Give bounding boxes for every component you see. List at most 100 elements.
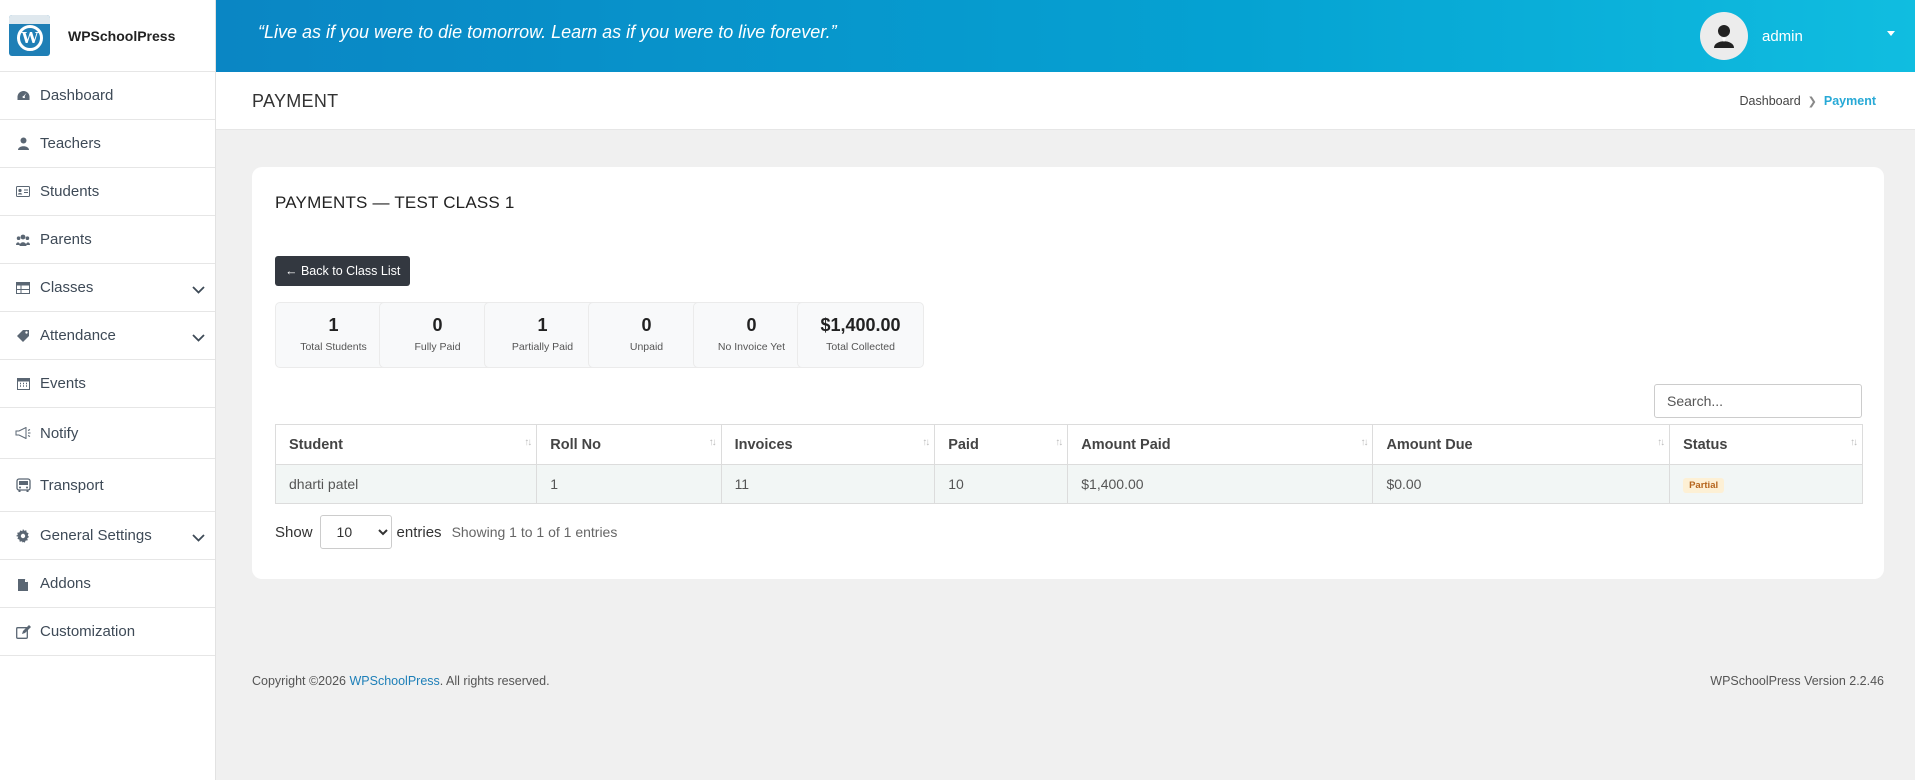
chevron-down-icon[interactable] (192, 329, 205, 347)
column-header[interactable]: Paid ↑↓ (934, 424, 1069, 465)
breadcrumb-payment: Payment (1823, 94, 1876, 108)
column-header-label: Student (289, 436, 343, 453)
payments-card: PAYMENTS — TEST CLASS 1 ← Back to Class … (252, 167, 1884, 579)
page-title: PAYMENT (252, 91, 339, 111)
show-label: Show (275, 523, 313, 541)
sort-icon[interactable]: ↑↓ (1850, 437, 1858, 448)
stat-value: 1 (328, 315, 339, 335)
avatar (1700, 12, 1748, 60)
column-header[interactable]: Roll No ↑↓ (536, 424, 722, 465)
sidebar-item-label: Attendance (40, 327, 116, 344)
sidebar-item-parents[interactable]: Parents (0, 216, 215, 264)
sidebar-item-label: General Settings (40, 527, 152, 544)
stat-label: Total Collected (826, 341, 895, 353)
sidebar-item-notify[interactable]: Notify (0, 408, 215, 459)
sidebar-item-transport[interactable]: Transport (0, 459, 215, 512)
sidebar-item-dashboard[interactable]: Dashboard (0, 72, 215, 120)
entries-select[interactable]: 10 (319, 515, 392, 549)
column-header[interactable]: Invoices ↑↓ (720, 424, 936, 465)
sidebar-item-attendance[interactable]: Attendance (0, 312, 215, 360)
brand-name: WPSchoolPress (68, 27, 176, 44)
sidebar-item-students[interactable]: Students (0, 168, 215, 216)
sidebar-item-classes[interactable]: Classes (0, 264, 215, 312)
payments-table: Student ↑↓ Roll No ↑↓ Invoices ↑↓ Paid ↑↓ Amount… (274, 424, 1863, 504)
sidebar-item-label: Teachers (40, 135, 101, 152)
sidebar: W WPSchoolPress Dashboard Teachers Student… (0, 0, 216, 780)
sidebar-item-general-settings[interactable]: General Settings (0, 512, 215, 560)
sort-icon[interactable]: ↑↓ (1657, 437, 1665, 448)
table-cell: 11 (720, 464, 936, 504)
back-to-class-list-button[interactable]: ← Back to Class List (275, 256, 411, 286)
search-input[interactable] (1654, 384, 1862, 418)
stat-card: 0 Fully Paid (379, 302, 496, 368)
breadcrumb-dashboard[interactable]: Dashboard (1740, 94, 1801, 108)
stat-label: Unpaid (629, 341, 664, 353)
brand[interactable]: W WPSchoolPress (0, 0, 215, 72)
chevron-right-icon: ❯ (1807, 95, 1817, 108)
sort-icon[interactable]: ↑↓ (922, 437, 930, 448)
calendar-icon (15, 377, 31, 391)
page-length-control: Show 10 entries Showing 1 to 1 of 1 entr… (275, 515, 617, 549)
megaphone-icon (15, 426, 31, 440)
footer-copyright: Copyright ©2026 WPSchoolPress. All right… (252, 674, 550, 688)
user-menu[interactable]: admin (1685, 0, 1915, 72)
stat-card: 0 Unpaid (588, 302, 705, 368)
entries-label: entries (396, 523, 442, 541)
chevron-down-icon[interactable] (192, 529, 205, 547)
table-cell: Partial (1669, 464, 1863, 504)
column-header-label: Invoices (734, 436, 793, 453)
stat-card: 0 No Invoice Yet (693, 302, 810, 368)
stat-value: $1,400.00 (820, 315, 901, 335)
sidebar-item-addons[interactable]: Addons (0, 560, 215, 608)
user-icon (1714, 25, 1734, 48)
stat-value: 0 (432, 315, 443, 335)
header-quote: “Live as if you were to die tomorrow. Le… (258, 22, 837, 42)
table-cell: dharti patel (274, 464, 538, 504)
username: admin (1762, 27, 1803, 45)
stat-label: Fully Paid (414, 341, 461, 353)
copyright-prefix: Copyright ©2026 (252, 674, 350, 688)
stat-card: 1 Partially Paid (484, 302, 601, 368)
sidebar-item-teachers[interactable]: Teachers (0, 120, 215, 168)
sidebar-item-label: Parents (40, 231, 92, 248)
chevron-down-icon (192, 334, 205, 342)
status-badge: Partial (1683, 478, 1725, 493)
table-cell: $0.00 (1372, 464, 1671, 504)
stat-card: $1,400.00 Total Collected (797, 302, 924, 368)
sidebar-item-label: Events (40, 375, 86, 392)
table-cell: 10 (934, 464, 1069, 504)
gear-icon (15, 528, 31, 543)
sort-icon[interactable]: ↑↓ (709, 437, 717, 448)
table-info: Showing 1 to 1 of 1 entries (451, 524, 618, 540)
chevron-down-icon[interactable] (1887, 31, 1895, 36)
stat-label: Total Students (300, 341, 367, 353)
sidebar-item-label: Classes (40, 279, 94, 296)
column-header-label: Amount Due (1386, 436, 1473, 453)
footer-link[interactable]: WPSchoolPress (349, 674, 439, 688)
chevron-down-icon[interactable] (192, 281, 205, 299)
tag-icon (15, 329, 31, 343)
column-header[interactable]: Student ↑↓ (274, 424, 538, 465)
addon-icon (15, 577, 31, 591)
sort-icon[interactable]: ↑↓ (1055, 437, 1063, 448)
sidebar-item-label: Addons (40, 575, 91, 592)
table-cell: 1 (536, 464, 722, 504)
breadcrumb: Dashboard ❯ Payment (1740, 94, 1876, 108)
column-header[interactable]: Amount Paid ↑↓ (1067, 424, 1374, 465)
stat-label: No Invoice Yet (717, 341, 786, 353)
footer-version: WPSchoolPress Version 2.2.46 (1710, 674, 1884, 688)
column-header[interactable]: Status ↑↓ (1669, 424, 1863, 465)
stat-value: 0 (746, 315, 757, 335)
sidebar-item-events[interactable]: Events (0, 360, 215, 408)
table-icon (15, 281, 31, 295)
sidebar-item-customization[interactable]: Customization (0, 608, 215, 656)
column-header-label: Roll No (550, 436, 601, 453)
sidebar-item-label: Customization (40, 623, 136, 640)
stat-value: 0 (641, 315, 652, 335)
sort-icon[interactable]: ↑↓ (524, 437, 532, 448)
dashboard-icon (15, 89, 31, 103)
table-cell: $1,400.00 (1067, 464, 1374, 504)
column-header[interactable]: Amount Due ↑↓ (1372, 424, 1671, 465)
stat-label: Partially Paid (511, 341, 574, 353)
sort-icon[interactable]: ↑↓ (1360, 437, 1368, 448)
